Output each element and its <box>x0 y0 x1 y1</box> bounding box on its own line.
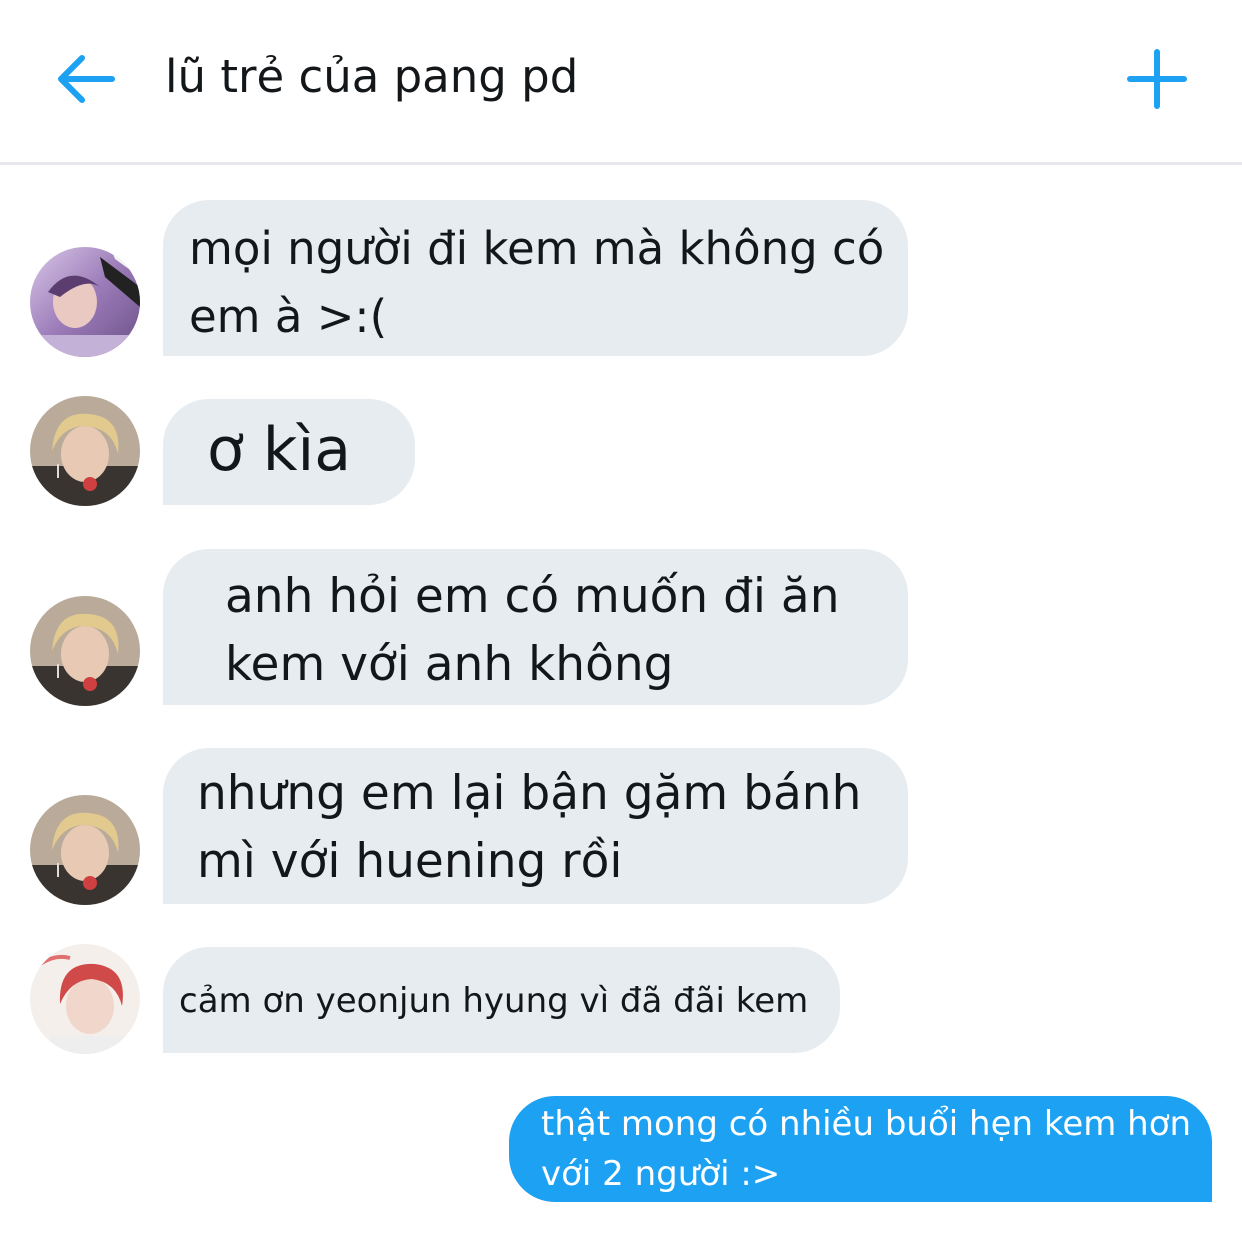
avatar-blonde-icon <box>30 396 140 506</box>
message-text: nhưng em lại bận gặm bánh <box>197 766 862 821</box>
message-text: em à >:( <box>189 290 388 343</box>
message-bubble[interactable]: anh hỏi em có muốn đi ăn kem với anh khô… <box>163 549 908 705</box>
avatar[interactable] <box>30 944 140 1054</box>
conversation-header: lũ trẻ của pang pd <box>0 0 1242 165</box>
avatar[interactable] <box>30 596 140 706</box>
avatar-red-icon <box>30 944 140 1054</box>
message-bubble[interactable]: mọi người đi kem mà không có em à >:( <box>163 200 908 356</box>
avatar-blonde-icon <box>30 596 140 706</box>
message-text: ơ kìa <box>207 415 351 485</box>
avatar-blonde-icon <box>30 795 140 905</box>
back-button[interactable] <box>52 48 120 110</box>
message-text: thật mong có nhiều buổi hẹn kem hơn <box>541 1104 1192 1144</box>
dm-conversation-screen: lũ trẻ của pang pd mọi người đi kem mà k… <box>0 0 1242 1259</box>
message-text: anh hỏi em có muốn đi ăn <box>225 569 840 624</box>
plus-icon <box>1127 49 1187 109</box>
message-bubble[interactable]: nhưng em lại bận gặm bánh mì với huening… <box>163 748 908 904</box>
message-bubble[interactable]: cảm ơn yeonjun hyung vì đã đãi kem <box>163 947 840 1053</box>
message-text: kem với anh không <box>225 637 674 692</box>
arrow-left-icon <box>58 55 115 103</box>
message-text: với 2 người :> <box>541 1154 781 1194</box>
message-bubble[interactable]: ơ kìa <box>163 399 415 505</box>
conversation-title: lũ trẻ của pang pd <box>165 50 579 103</box>
message-text: mì với huening rồi <box>197 834 623 889</box>
avatar[interactable] <box>30 396 140 506</box>
avatar-purple-icon <box>30 247 140 357</box>
add-member-button[interactable] <box>1124 46 1190 112</box>
avatar[interactable] <box>30 795 140 905</box>
avatar[interactable] <box>30 247 140 357</box>
message-text: mọi người đi kem mà không có <box>189 222 885 275</box>
message-text: cảm ơn yeonjun hyung vì đã đãi kem <box>179 981 809 1021</box>
message-bubble-outgoing[interactable]: thật mong có nhiều buổi hẹn kem hơn với … <box>509 1096 1212 1202</box>
